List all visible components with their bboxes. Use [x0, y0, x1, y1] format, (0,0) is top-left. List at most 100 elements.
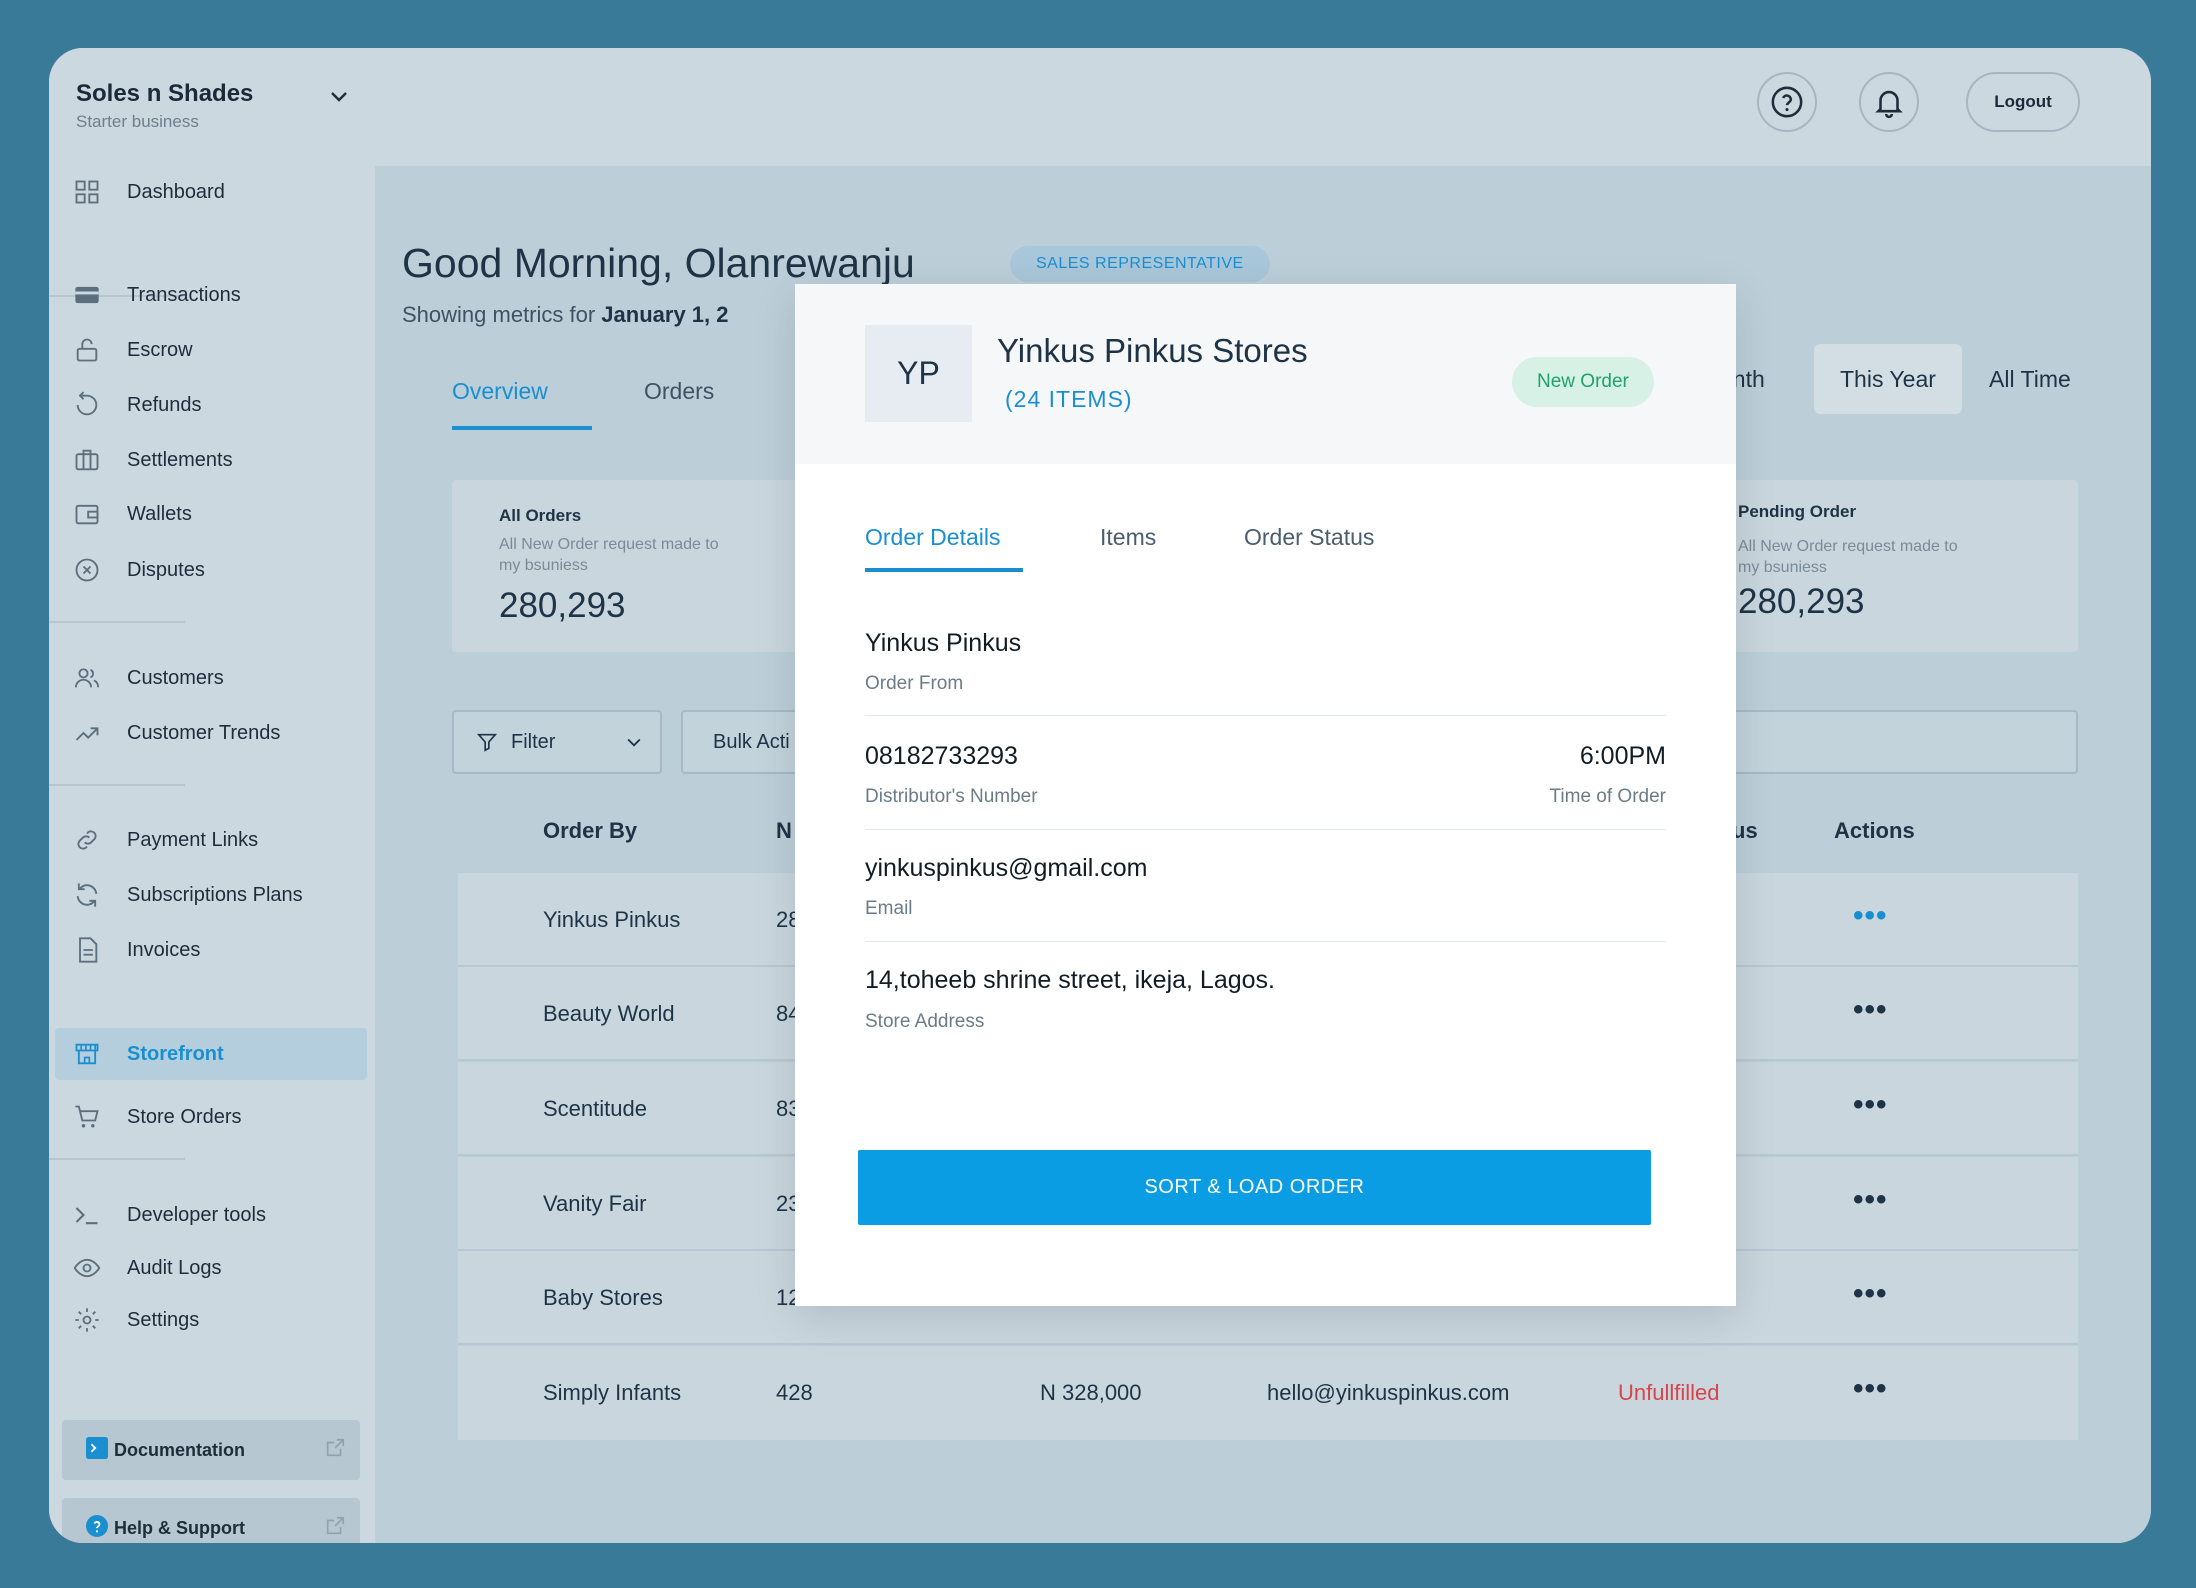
sidebar-item-subscriptions-plans[interactable]: Subscriptions Plans	[49, 869, 375, 921]
x-circle-icon	[73, 556, 101, 584]
bell-icon	[1875, 90, 1903, 119]
modal-header: YP Yinkus Pinkus Stores (24 ITEMS) New O…	[795, 284, 1736, 464]
sort-load-order-button[interactable]: SORT & LOAD ORDER	[858, 1150, 1651, 1225]
sidebar-item-settlements[interactable]: Settlements	[49, 434, 375, 486]
sidebar-item-payment-links[interactable]: Payment Links	[49, 814, 375, 866]
more-actions-icon[interactable]: •••	[1853, 1372, 1888, 1406]
stat-title: All Orders	[499, 506, 582, 525]
more-actions-icon[interactable]: •••	[1853, 993, 1888, 1027]
sidebar-item-dashboard[interactable]: Dashboard	[49, 166, 375, 218]
items-count: (24 ITEMS)	[1005, 386, 1133, 412]
tab-order-status[interactable]: Order Status	[1244, 524, 1374, 551]
metrics-caption: Showing metrics for January 1, 2	[402, 302, 728, 328]
period-this-year[interactable]: This Year	[1814, 344, 1962, 414]
store-icon	[73, 1040, 101, 1068]
external-link-icon	[324, 1437, 346, 1464]
stat-title: Pending Order	[1738, 502, 1857, 521]
tab-active-indicator	[865, 568, 1023, 572]
sidebar-item-label: Audit Logs	[127, 1256, 222, 1279]
filter-icon	[476, 733, 498, 752]
gear-icon	[73, 1306, 101, 1334]
chevron-down-icon[interactable]	[327, 84, 351, 108]
row-name: Simply Infants	[543, 1380, 682, 1405]
stat-description: All New Order request made to my bsunies…	[1738, 538, 1958, 576]
time-of-order-label: Time of Order	[1549, 786, 1667, 807]
trend-icon	[73, 719, 101, 747]
sidebar-item-label: Settlements	[127, 448, 233, 471]
sidebar-item-label: Subscriptions Plans	[127, 883, 303, 906]
row-name: Scentitude	[543, 1096, 647, 1121]
bulk-actions-label: Bulk Acti	[713, 730, 790, 753]
sidebar-item-transactions[interactable]: Transactions	[49, 269, 375, 321]
sidebar-item-label: Store Orders	[127, 1105, 242, 1128]
stat-value: 280,293	[1738, 582, 1865, 621]
column-number: N	[776, 818, 792, 843]
sidebar-divider	[49, 784, 185, 786]
help-button[interactable]	[1757, 72, 1817, 132]
distributor-number-label: Distributor's Number	[865, 786, 1038, 807]
chevron-down-icon	[627, 738, 641, 747]
row-amount: N 328,000	[1040, 1380, 1142, 1405]
notifications-button[interactable]	[1859, 72, 1919, 132]
tab-order-details[interactable]: Order Details	[865, 524, 1000, 551]
sidebar-item-label: Wallets	[127, 502, 192, 525]
sidebar-item-label: Disputes	[127, 558, 205, 581]
sidebar-item-label: Storefront	[127, 1042, 224, 1065]
more-actions-icon[interactable]: •••	[1853, 1088, 1888, 1122]
tab-overview[interactable]: Overview	[452, 378, 548, 405]
modal-title: Yinkus Pinkus Stores	[997, 332, 1308, 369]
sidebar-item-label: Customer Trends	[127, 721, 281, 744]
cart-icon	[73, 1103, 101, 1131]
status-badge: New Order	[1512, 357, 1654, 407]
sidebar-item-wallets[interactable]: Wallets	[49, 488, 375, 540]
role-badge: SALES REPRESENTATIVE	[1010, 246, 1270, 282]
business-name: Soles n Shades	[76, 80, 254, 107]
documentation-link[interactable]: Documentation	[62, 1420, 360, 1480]
field-divider	[865, 715, 1666, 716]
sidebar-item-customers[interactable]: Customers	[49, 652, 375, 704]
email-label: Email	[865, 898, 913, 919]
sidebar-item-label: Developer tools	[127, 1203, 266, 1226]
tab-items[interactable]: Items	[1100, 524, 1156, 551]
sidebar-item-storefront[interactable]: Storefront	[55, 1028, 367, 1080]
sidebar-item-escrow[interactable]: Escrow	[49, 324, 375, 376]
row-name: Yinkus Pinkus	[543, 907, 681, 932]
order-from-label: Order From	[865, 673, 964, 694]
email-value: yinkuspinkus@gmail.com	[865, 854, 1148, 882]
metrics-prefix: Showing metrics for	[402, 302, 602, 327]
row-name: Beauty World	[543, 1001, 675, 1026]
sidebar-item-developer-tools[interactable]: Developer tools	[49, 1189, 375, 1241]
more-actions-icon[interactable]: •••	[1853, 1183, 1888, 1217]
sidebar-item-store-orders[interactable]: Store Orders	[49, 1091, 375, 1143]
filter-dropdown[interactable]: Filter	[452, 710, 662, 774]
table-row[interactable]: Simply Infants 428 N 328,000 hello@yinku…	[458, 1346, 2078, 1440]
sidebar-item-customer-trends[interactable]: Customer Trends	[49, 707, 375, 759]
sidebar-item-disputes[interactable]: Disputes	[49, 544, 375, 596]
sidebar-item-audit-logs[interactable]: Audit Logs	[49, 1242, 375, 1294]
business-switcher[interactable]: Soles n Shades Starter business	[76, 80, 253, 132]
external-link-icon	[324, 1515, 346, 1542]
sidebar-item-invoices[interactable]: Invoices	[49, 924, 375, 976]
tab-orders[interactable]: Orders	[644, 378, 714, 405]
period-all-time[interactable]: All Time	[1963, 344, 2097, 414]
more-actions-icon[interactable]: •••	[1853, 1277, 1888, 1311]
sidebar-item-settings[interactable]: Settings	[49, 1294, 375, 1346]
sidebar-divider	[49, 621, 185, 623]
field-divider	[865, 941, 1666, 942]
tab-active-indicator	[452, 426, 592, 430]
business-plan: Starter business	[76, 112, 199, 131]
row-name: Vanity Fair	[543, 1191, 647, 1216]
link-icon	[73, 826, 101, 854]
users-icon	[73, 664, 101, 692]
row-name: Baby Stores	[543, 1285, 663, 1310]
filter-label: Filter	[511, 730, 556, 753]
document-icon	[73, 936, 101, 964]
logout-button[interactable]: Logout	[1966, 72, 2080, 132]
sidebar-item-label: Dashboard	[127, 180, 225, 203]
sidebar-item-refunds[interactable]: Refunds	[49, 379, 375, 431]
avatar: YP	[865, 325, 972, 422]
row-status: Unfullfilled	[1618, 1380, 1720, 1405]
help-support-link[interactable]: Help & Support	[62, 1498, 360, 1543]
sidebar: Dashboard Transactions Escrow Refunds Se…	[49, 166, 375, 1543]
more-actions-icon[interactable]: •••	[1853, 899, 1888, 933]
